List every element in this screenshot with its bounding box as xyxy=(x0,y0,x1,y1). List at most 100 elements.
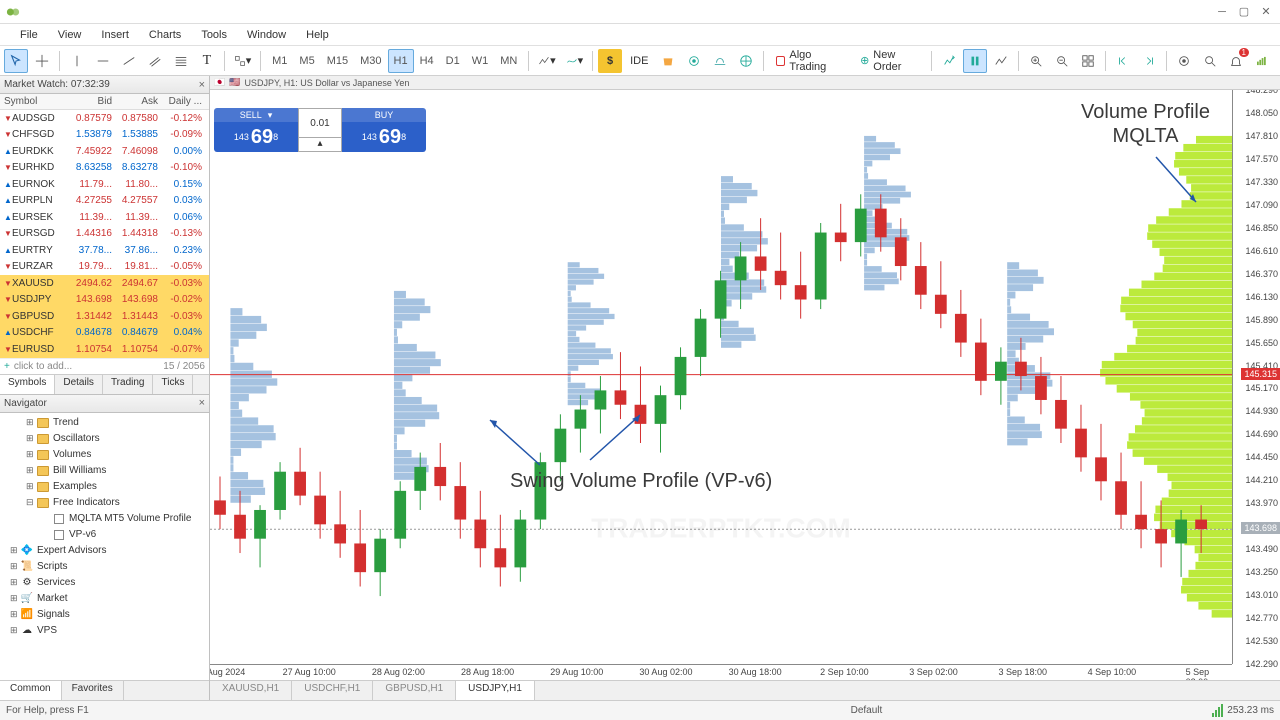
nav-item-volumes[interactable]: ⊞Volumes xyxy=(0,447,209,463)
timeframe-MN[interactable]: MN xyxy=(494,49,523,73)
signals-icon[interactable] xyxy=(682,49,706,73)
marketwatch-tab-details[interactable]: Details xyxy=(55,375,103,394)
marketwatch-row-AUDSGD[interactable]: ▼ AUDSGD 0.87579 0.87580 -0.12% xyxy=(0,110,209,127)
navigator-header: Navigator × xyxy=(0,395,209,413)
new-order-button[interactable]: ⊕New Order xyxy=(853,49,926,73)
market-icon[interactable] xyxy=(656,49,680,73)
fibo-tool[interactable] xyxy=(169,49,193,73)
menu-insert[interactable]: Insert xyxy=(91,29,139,41)
timeframe-M15[interactable]: M15 xyxy=(321,49,354,73)
zoom-out-icon[interactable] xyxy=(1050,49,1074,73)
timeframe-H4[interactable]: H4 xyxy=(414,49,440,73)
nav-item-oscillators[interactable]: ⊞Oscillators xyxy=(0,431,209,447)
timeframe-H1[interactable]: H1 xyxy=(388,49,414,73)
marketwatch-row-XAUUSD[interactable]: ▼ XAUUSD 2494.62 2494.67 -0.03% xyxy=(0,275,209,292)
nav-item-bill-williams[interactable]: ⊞Bill Williams xyxy=(0,463,209,479)
volume-input[interactable]: 0.01 ▴ xyxy=(298,108,342,152)
tile-icon[interactable] xyxy=(1076,49,1100,73)
chart-type-dropdown[interactable]: ▾ xyxy=(534,49,559,73)
menu-tools[interactable]: Tools xyxy=(191,29,237,41)
nav-item-vp-v6[interactable]: VP-v6 xyxy=(0,527,209,543)
step-back-icon[interactable] xyxy=(1111,49,1135,73)
marketwatch-row-CHFSGD[interactable]: ▼ CHFSGD 1.53879 1.53885 -0.09% xyxy=(0,127,209,144)
menu-file[interactable]: File xyxy=(10,29,48,41)
nav-item-market[interactable]: ⊞🛒Market xyxy=(0,591,209,607)
zoom-in-icon[interactable] xyxy=(1024,49,1048,73)
timeframe-D1[interactable]: D1 xyxy=(440,49,466,73)
trendline-tool[interactable] xyxy=(117,49,141,73)
autoscroll-icon[interactable] xyxy=(937,49,961,73)
menu-help[interactable]: Help xyxy=(296,29,339,41)
nav-item-examples[interactable]: ⊞Examples xyxy=(0,479,209,495)
nav-item-vps[interactable]: ⊞☁VPS xyxy=(0,623,209,639)
nav-item-free-indicators[interactable]: ⊟Free Indicators xyxy=(0,495,209,511)
marketwatch-row-USDCHF[interactable]: ▲ USDCHF 0.84678 0.84679 0.04% xyxy=(0,325,209,342)
menu-view[interactable]: View xyxy=(48,29,92,41)
minimize-button[interactable]: ─ xyxy=(1214,4,1230,20)
status-profile[interactable]: Default xyxy=(851,705,883,716)
chart-tab-GBPUSD-H1[interactable]: GBPUSD,H1 xyxy=(373,681,456,700)
buy-button[interactable]: BUY 143698 xyxy=(342,108,426,152)
menu-window[interactable]: Window xyxy=(237,29,296,41)
vps-icon[interactable] xyxy=(708,49,732,73)
marketwatch-row-EURDKK[interactable]: ▲ EURDKK 7.45922 7.46098 0.00% xyxy=(0,143,209,160)
marketwatch-tab-symbols[interactable]: Symbols xyxy=(0,375,55,394)
algo-trading-button[interactable]: Algo Trading xyxy=(769,49,851,73)
vline-tool[interactable] xyxy=(65,49,89,73)
marketwatch-row-EURPLN[interactable]: ▲ EURPLN 4.27255 4.27557 0.03% xyxy=(0,193,209,210)
chart-tab-USDJPY-H1[interactable]: USDJPY,H1 xyxy=(456,681,535,700)
marketwatch-row-EURZAR[interactable]: ▼ EURZAR 19.79... 19.81... -0.05% xyxy=(0,259,209,276)
ide-button[interactable]: IDE xyxy=(624,49,654,73)
template-icon[interactable] xyxy=(1172,49,1196,73)
globe-icon[interactable] xyxy=(734,49,758,73)
marketwatch-tab-ticks[interactable]: Ticks xyxy=(153,375,193,394)
nav-item-trend[interactable]: ⊞Trend xyxy=(0,415,209,431)
shift-icon[interactable] xyxy=(963,49,987,73)
chart-canvas[interactable]: TRADERPTKT.COM SELL▾ 143698 0.01 ▴ BUY 1… xyxy=(210,90,1280,680)
nav-item-signals[interactable]: ⊞📶Signals xyxy=(0,607,209,623)
notifications-icon[interactable]: 1 xyxy=(1224,49,1248,73)
marketwatch-add[interactable]: click to add... xyxy=(14,361,72,372)
maximize-button[interactable]: ▢ xyxy=(1236,4,1252,20)
y-tick: 144.210 xyxy=(1245,475,1278,485)
indicators-dropdown[interactable]: ▾ xyxy=(562,49,587,73)
timeframe-M5[interactable]: M5 xyxy=(293,49,320,73)
marketwatch-row-EURSGD[interactable]: ▼ EURSGD 1.44316 1.44318 -0.13% xyxy=(0,226,209,243)
step-fwd-icon[interactable] xyxy=(1137,49,1161,73)
marketwatch-tab-trading[interactable]: Trading xyxy=(103,375,154,394)
chart-tab-USDCHF-H1[interactable]: USDCHF,H1 xyxy=(292,681,373,700)
line-chart-icon[interactable] xyxy=(989,49,1013,73)
timeframe-W1[interactable]: W1 xyxy=(466,49,495,73)
equidistant-tool[interactable] xyxy=(143,49,167,73)
marketwatch-row-EURHKD[interactable]: ▼ EURHKD 8.63258 8.63278 -0.10% xyxy=(0,160,209,177)
text-tool[interactable]: T xyxy=(195,49,219,73)
marketwatch-row-EURTRY[interactable]: ▲ EURTRY 37.78... 37.86... 0.23% xyxy=(0,242,209,259)
marketwatch-row-GBPUSD[interactable]: ▼ GBPUSD 1.31442 1.31443 -0.03% xyxy=(0,308,209,325)
search-icon[interactable] xyxy=(1198,49,1222,73)
hline-tool[interactable] xyxy=(91,49,115,73)
chart-tab-XAUUSD-H1[interactable]: XAUUSD,H1 xyxy=(210,681,292,700)
nav-item-scripts[interactable]: ⊞📜Scripts xyxy=(0,559,209,575)
navigator-tab-favorites[interactable]: Favorites xyxy=(62,681,124,700)
objects-dropdown[interactable]: ▾ xyxy=(230,49,255,73)
timeframe-M1[interactable]: M1 xyxy=(266,49,293,73)
navigator-close-icon[interactable]: × xyxy=(199,397,205,409)
sell-button[interactable]: SELL▾ 143698 xyxy=(214,108,298,152)
marketwatch-row-EURUSD[interactable]: ▼ EURUSD 1.10754 1.10754 -0.07% xyxy=(0,341,209,358)
cursor-tool[interactable] xyxy=(4,49,28,73)
timeframe-M30[interactable]: M30 xyxy=(354,49,387,73)
marketwatch-row-USDJPY[interactable]: ▼ USDJPY 143.698 143.698 -0.02% xyxy=(0,292,209,309)
nav-item-services[interactable]: ⊞⚙Services xyxy=(0,575,209,591)
crosshair-tool[interactable] xyxy=(30,49,54,73)
volume-indicator-icon[interactable] xyxy=(1252,49,1276,73)
navigator-tab-common[interactable]: Common xyxy=(0,681,62,700)
close-button[interactable]: ✕ xyxy=(1258,4,1274,20)
marketwatch-close-icon[interactable]: × xyxy=(199,79,205,91)
marketwatch-row-EURNOK[interactable]: ▲ EURNOK 11.79... 11.80... 0.15% xyxy=(0,176,209,193)
status-ping[interactable]: 253.23 ms xyxy=(1212,704,1274,717)
nav-item-mqlta-mt5-volume-profile[interactable]: MQLTA MT5 Volume Profile xyxy=(0,511,209,527)
menu-charts[interactable]: Charts xyxy=(139,29,191,41)
nav-item-expert-advisors[interactable]: ⊞💠Expert Advisors xyxy=(0,543,209,559)
marketwatch-row-EURSEK[interactable]: ▲ EURSEK 11.39... 11.39... 0.06% xyxy=(0,209,209,226)
dollar-icon[interactable]: $ xyxy=(598,49,622,73)
